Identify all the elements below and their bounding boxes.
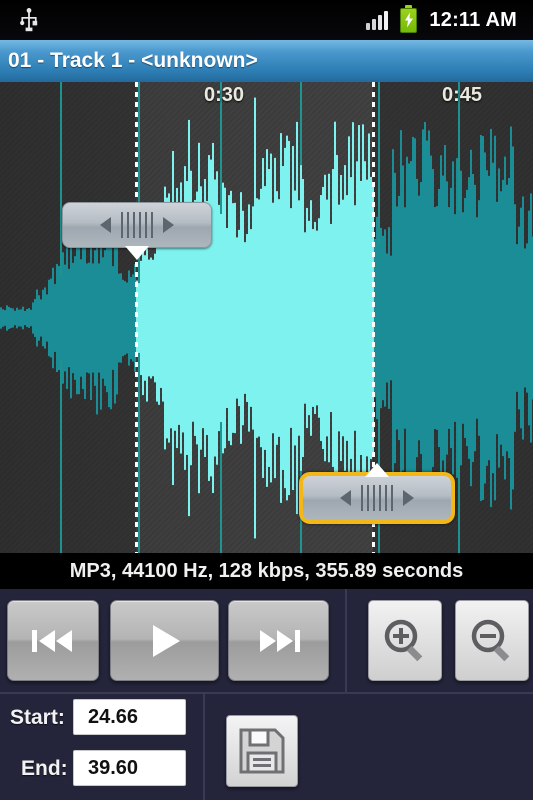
zoom-out-button[interactable] bbox=[455, 600, 529, 681]
handle-pointer-nib bbox=[125, 246, 149, 260]
panel-horizontal-divider bbox=[0, 692, 533, 694]
zoom-out-icon bbox=[471, 619, 510, 661]
save-floppy-icon bbox=[239, 728, 285, 774]
skip-to-end-button[interactable] bbox=[228, 600, 329, 681]
start-time-input[interactable]: 24.66 bbox=[73, 699, 186, 735]
status-clock: 12:11 AM bbox=[429, 8, 517, 31]
signal-bars-icon bbox=[366, 10, 389, 30]
waveform-view[interactable]: 0:30 0:45 bbox=[0, 82, 533, 553]
status-right-icons: 12:11 AM bbox=[366, 4, 533, 33]
handle-grip-icon bbox=[121, 212, 153, 238]
save-button[interactable] bbox=[226, 715, 298, 787]
panel-vertical-divider-bottom bbox=[203, 694, 205, 800]
handle-pointer-nib bbox=[365, 463, 389, 477]
end-time-input[interactable]: 39.60 bbox=[73, 750, 186, 786]
skip-to-end-icon bbox=[259, 629, 300, 652]
page-title: 01 - Track 1 - <unknown> bbox=[8, 49, 258, 72]
android-status-bar: 12:11 AM bbox=[0, 0, 533, 40]
handle-grip-icon bbox=[361, 485, 393, 511]
audio-editor-screen: 12:11 AM 01 - Track 1 - <unknown> 0:30 0:… bbox=[0, 0, 533, 800]
start-marker-handle[interactable] bbox=[62, 202, 212, 260]
play-icon bbox=[152, 624, 180, 657]
time-label: 0:30 bbox=[204, 84, 245, 106]
control-panel: Start: 24.66 End: 39.60 bbox=[0, 589, 533, 800]
end-field-label: End: bbox=[21, 757, 68, 780]
status-left-icons bbox=[0, 8, 40, 32]
usb-icon bbox=[20, 8, 38, 32]
handle-left-arrow-icon bbox=[340, 490, 351, 506]
lightning-bolt-icon bbox=[404, 12, 413, 28]
audio-info-text: MP3, 44100 Hz, 128 kbps, 355.89 seconds bbox=[69, 559, 464, 582]
zoom-in-button[interactable] bbox=[368, 600, 442, 681]
handle-right-arrow-icon bbox=[403, 490, 414, 506]
panel-vertical-divider-top bbox=[345, 589, 347, 692]
start-field-label: Start: bbox=[10, 706, 65, 729]
audio-info-bar: MP3, 44100 Hz, 128 kbps, 355.89 seconds bbox=[0, 553, 533, 589]
app-title-bar: 01 - Track 1 - <unknown> bbox=[0, 40, 533, 83]
selection-start-marker bbox=[135, 82, 138, 553]
end-marker-handle[interactable] bbox=[299, 463, 455, 524]
skip-to-start-icon bbox=[32, 629, 72, 652]
handle-left-arrow-icon bbox=[100, 217, 111, 233]
battery-charging-icon bbox=[400, 4, 418, 33]
zoom-in-icon bbox=[384, 619, 423, 661]
time-label: 0:45 bbox=[442, 84, 483, 106]
handle-right-arrow-icon bbox=[163, 217, 174, 233]
skip-to-start-button[interactable] bbox=[7, 600, 99, 681]
play-button[interactable] bbox=[110, 600, 219, 681]
